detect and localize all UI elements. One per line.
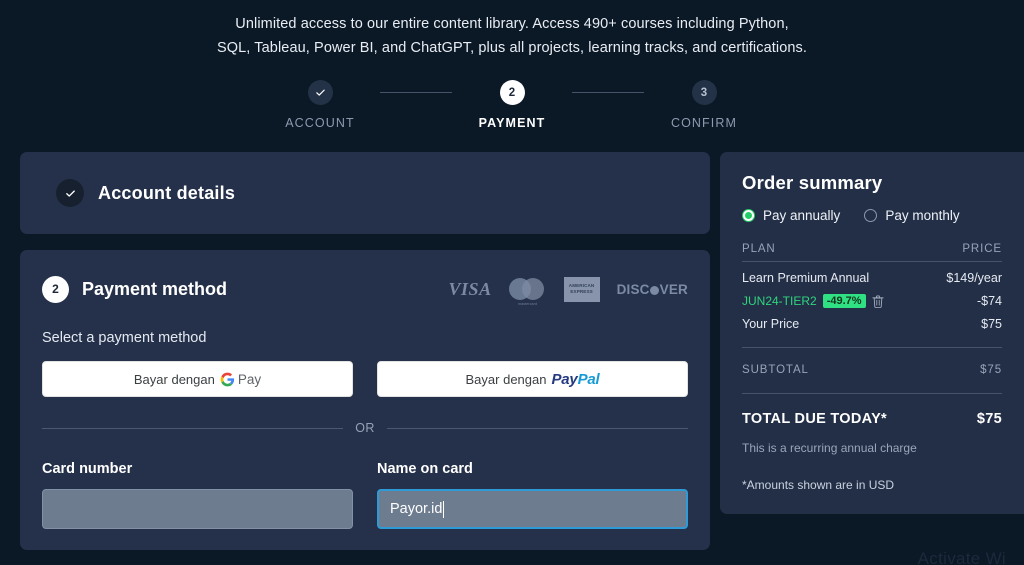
pay-monthly-option[interactable]: Pay monthly: [864, 208, 960, 223]
promo-line-1: Unlimited access to our entire content l…: [235, 16, 789, 32]
paypal-prefix: Bayar dengan: [465, 371, 547, 387]
step-account-bubble: [307, 80, 333, 105]
promo-banner: Unlimited access to our entire content l…: [0, 0, 1024, 60]
card-form-fields: Card number Name on card Payor.id: [42, 461, 688, 529]
coupon-row: JUN24-TIER2 -49.7% -$74: [742, 294, 1002, 308]
step-payment-bubble: 2: [499, 80, 525, 105]
accepted-card-brands: VISA mastercard AMERICAN EXPRESS DISC VER: [448, 276, 688, 306]
payment-step-number: 2: [42, 275, 69, 303]
card-number-label: Card number: [42, 461, 133, 477]
mastercard-logo: mastercard: [508, 277, 547, 306]
paypal-pal-text: Pal: [577, 370, 600, 388]
your-price-value: $75: [981, 317, 1002, 331]
gpay-mark: Pay: [220, 372, 261, 387]
order-summary-title: Order summary: [742, 172, 883, 193]
radio-unselected-icon: [864, 209, 878, 222]
plan-row: Learn Premium Annual $149/year: [742, 271, 1002, 285]
order-summary-column: Order summary Pay annually Pay monthly P…: [720, 152, 1024, 514]
google-pay-button[interactable]: Bayar dengan Pay: [42, 361, 353, 397]
payment-method-header: 2 Payment method VISA mastercard AMERICA…: [42, 272, 688, 306]
check-icon: [65, 189, 75, 197]
card-number-field-group: Card number: [42, 461, 353, 529]
total-due-value: $75: [976, 411, 1002, 427]
name-on-card-input[interactable]: Payor.id: [377, 489, 688, 529]
step-confirm-label: CONFIRM: [670, 116, 738, 130]
your-price-row: Your Price $75: [742, 317, 1002, 331]
stepper-connector-1: [380, 92, 452, 93]
radio-selected-icon: [742, 209, 755, 222]
summary-divider-3: [742, 393, 1002, 394]
step-account[interactable]: ACCOUNT: [260, 80, 380, 130]
checkout-stepper: ACCOUNT 2 PAYMENT 3 CONFIRM: [0, 80, 1024, 130]
checkout-main-column: Account details 2 Payment method VISA ma…: [20, 152, 710, 550]
or-divider-line-left: [42, 427, 344, 429]
recurring-charge-note: This is a recurring annual charge: [742, 441, 917, 455]
pay-annually-label: Pay annually: [763, 208, 841, 223]
payment-method-card: 2 Payment method VISA mastercard AMERICA…: [20, 250, 710, 550]
stepper-connector-2: [572, 92, 644, 93]
discover-logo: DISC VER: [616, 281, 688, 297]
or-divider-line-right: [386, 427, 688, 429]
mastercard-wordmark: mastercard: [518, 302, 538, 306]
paypal-pay-text: Pay: [551, 370, 578, 388]
name-on-card-value: Payor.id: [390, 501, 443, 517]
billing-period-radios: Pay annually Pay monthly: [742, 208, 1002, 223]
coupon-code: JUN24-TIER2: [742, 294, 817, 308]
summary-header-divider: [742, 261, 1002, 262]
your-price-label: Your Price: [742, 317, 800, 331]
select-payment-method-label: Select a payment method: [42, 330, 207, 346]
or-divider: OR: [42, 421, 688, 435]
name-on-card-label: Name on card: [377, 461, 473, 477]
step-payment-label: PAYMENT: [478, 116, 546, 130]
coupon-group: JUN24-TIER2 -49.7%: [742, 294, 884, 308]
step-payment[interactable]: 2 PAYMENT: [452, 80, 572, 130]
checkout-layout: Account details 2 Payment method VISA ma…: [0, 152, 1024, 550]
order-summary-panel: Order summary Pay annually Pay monthly P…: [720, 152, 1024, 514]
account-details-card[interactable]: Account details: [20, 152, 710, 234]
trash-icon[interactable]: [871, 295, 884, 308]
payment-method-title: Payment method: [82, 278, 228, 299]
coupon-discount-badge: -49.7%: [822, 294, 866, 308]
pay-monthly-label: Pay monthly: [885, 208, 960, 223]
visa-logo: VISA: [448, 278, 492, 299]
subtotal-label: SUBTOTAL: [742, 364, 809, 376]
amex-logo: AMERICAN EXPRESS: [563, 276, 600, 302]
step-account-label: ACCOUNT: [285, 116, 355, 130]
google-pay-prefix: Bayar dengan: [133, 371, 215, 387]
paypal-button[interactable]: Bayar dengan PayPal: [377, 361, 688, 397]
usd-currency-note: *Amounts shown are in USD: [742, 478, 895, 492]
coupon-amount: -$74: [976, 294, 1002, 308]
paypal-logo: PayPal: [551, 371, 599, 388]
plan-name: Learn Premium Annual: [742, 271, 870, 285]
promo-line-2: SQL, Tableau, Power BI, and ChatGPT, plu…: [216, 40, 808, 56]
activate-windows-watermark: Activate Wi: [917, 549, 1006, 565]
subtotal-row: SUBTOTAL $75: [742, 364, 1002, 376]
total-due-label: TOTAL DUE TODAY*: [742, 411, 887, 427]
step-confirm-bubble: 3: [691, 80, 717, 105]
summary-col-price: PRICE: [962, 243, 1002, 255]
plan-price: $149/year: [946, 271, 1002, 285]
text-cursor: [443, 500, 445, 518]
gpay-wordmark: Pay: [237, 371, 262, 387]
step-confirm[interactable]: 3 CONFIRM: [644, 80, 764, 130]
total-due-row: TOTAL DUE TODAY* $75: [742, 411, 1002, 427]
summary-table-header: PLAN PRICE: [742, 243, 1002, 255]
account-details-title: Account details: [98, 182, 236, 203]
google-g-icon: [220, 372, 234, 386]
summary-divider-2: [742, 347, 1002, 348]
subtotal-value: $75: [980, 364, 1002, 376]
wallet-buttons: Bayar dengan Pay Bayar dengan PayPal: [42, 361, 688, 397]
name-on-card-field-group: Name on card Payor.id: [377, 461, 688, 529]
account-complete-badge: [56, 179, 84, 207]
pay-annually-option[interactable]: Pay annually: [742, 208, 840, 223]
summary-col-plan: PLAN: [742, 243, 776, 255]
card-number-input[interactable]: [42, 489, 353, 529]
or-divider-label: OR: [355, 421, 375, 435]
check-icon: [315, 89, 325, 96]
